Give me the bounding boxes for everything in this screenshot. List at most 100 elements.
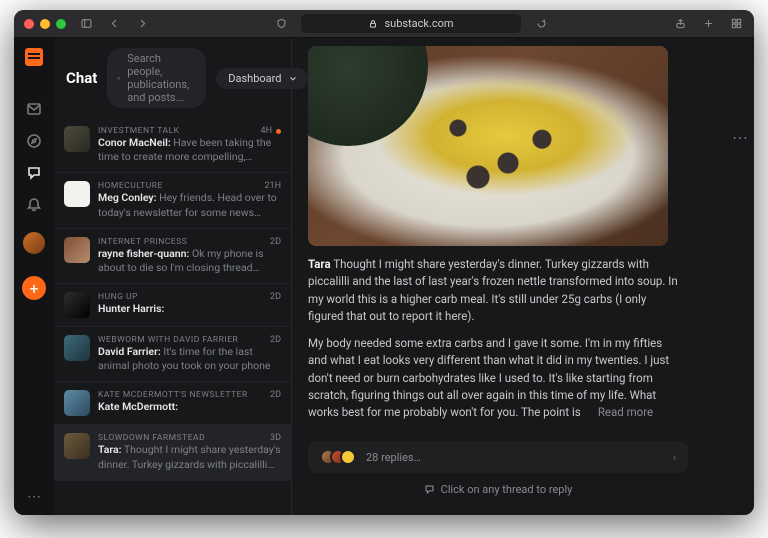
thread-preview: David Farrier: It's time for the last an… bbox=[98, 345, 281, 373]
back-button[interactable] bbox=[106, 16, 122, 32]
thread-publication: INTERNET PRINCESS bbox=[98, 237, 187, 247]
thread-preview: Hunter Harris: bbox=[98, 302, 281, 316]
browser-window: substack.com + ⋯ Chat Search p bbox=[14, 10, 754, 515]
replies-bar[interactable]: 28 replies… › bbox=[308, 441, 688, 473]
page-title: Chat bbox=[66, 69, 97, 87]
minimize-window-button[interactable] bbox=[40, 19, 50, 29]
thread-publication: HOMECULTURE bbox=[98, 181, 163, 191]
thread-list: INVESTMENT TALK 4H Conor MacNeil: Have b… bbox=[54, 118, 291, 515]
thread-author: Tara: bbox=[98, 443, 121, 456]
thread-time: 21H bbox=[264, 181, 281, 191]
maximize-window-button[interactable] bbox=[56, 19, 66, 29]
url-text: substack.com bbox=[384, 17, 453, 30]
thread-item[interactable]: INVESTMENT TALK 4H Conor MacNeil: Have b… bbox=[54, 118, 291, 173]
thread-thumbnail bbox=[64, 237, 90, 263]
new-post-button[interactable]: + bbox=[22, 276, 46, 300]
thread-preview: Tara: Thought I might share yesterday's … bbox=[98, 443, 281, 471]
thread-thumbnail bbox=[64, 181, 90, 207]
account-avatar[interactable] bbox=[23, 232, 45, 254]
thread-item[interactable]: HOMECULTURE 21H Meg Conley: Hey friends.… bbox=[54, 173, 291, 228]
search-placeholder: Search people, publications, and posts..… bbox=[127, 52, 196, 104]
thread-item[interactable]: WEBWORM WITH DAVID FARRIER 2D David Farr… bbox=[54, 327, 291, 382]
thread-meta: KATE MCDERMOTT'S NEWSLETTER 2D Kate McDe… bbox=[98, 390, 281, 414]
reader-pane: ⋯ Tara Thought I might share yesterday's… bbox=[292, 38, 754, 515]
thread-publication: KATE MCDERMOTT'S NEWSLETTER bbox=[98, 390, 248, 400]
replies-avatars bbox=[320, 449, 356, 465]
unread-dot bbox=[276, 129, 281, 134]
search-icon bbox=[117, 73, 121, 84]
thread-publication: HUNG UP bbox=[98, 292, 138, 302]
post-author: Tara bbox=[308, 257, 331, 271]
thread-thumbnail bbox=[64, 292, 90, 318]
chat-icon[interactable] bbox=[25, 164, 43, 182]
tabs-overview-icon[interactable] bbox=[728, 16, 744, 32]
thread-author: Hunter Harris: bbox=[98, 302, 164, 315]
post-more-button[interactable]: ⋯ bbox=[732, 128, 750, 147]
reply-hint-text: Click on any thread to reply bbox=[441, 483, 573, 496]
thread-publication: INVESTMENT TALK bbox=[98, 126, 179, 136]
thread-preview: Kate McDermott: bbox=[98, 400, 281, 414]
shield-icon[interactable] bbox=[273, 16, 289, 32]
thread-publication: WEBWORM WITH DAVID FARRIER bbox=[98, 335, 238, 345]
nav-rail: + ⋯ bbox=[14, 38, 54, 515]
discover-icon[interactable] bbox=[25, 132, 43, 150]
new-tab-icon[interactable] bbox=[700, 16, 716, 32]
post-image[interactable] bbox=[308, 46, 668, 246]
lock-icon bbox=[368, 19, 378, 29]
thread-time: 2D bbox=[270, 335, 281, 345]
thread-meta: SLOWDOWN FARMSTEAD 3D Tara: Thought I mi… bbox=[98, 433, 281, 471]
thread-meta: INVESTMENT TALK 4H Conor MacNeil: Have b… bbox=[98, 126, 281, 164]
thread-time: 2D bbox=[270, 292, 281, 302]
close-window-button[interactable] bbox=[24, 19, 34, 29]
thread-item[interactable]: INTERNET PRINCESS 2D rayne fisher-quann:… bbox=[54, 229, 291, 284]
thread-author: David Farrier: bbox=[98, 345, 161, 358]
thread-time: 2D bbox=[270, 237, 281, 247]
thread-item[interactable]: HUNG UP 2D Hunter Harris: bbox=[54, 284, 291, 327]
substack-logo[interactable] bbox=[25, 48, 43, 66]
thread-item[interactable]: KATE MCDERMOTT'S NEWSLETTER 2D Kate McDe… bbox=[54, 382, 291, 425]
browser-titlebar: substack.com bbox=[14, 10, 754, 38]
thread-thumbnail bbox=[64, 335, 90, 361]
thread-author: rayne fisher-quann: bbox=[98, 247, 189, 260]
notifications-icon[interactable] bbox=[25, 196, 43, 214]
thread-author: Conor MacNeil: bbox=[98, 136, 171, 149]
thread-item[interactable]: SLOWDOWN FARMSTEAD 3D Tara: Thought I mi… bbox=[54, 425, 291, 480]
reload-button[interactable] bbox=[533, 16, 549, 32]
reply-icon bbox=[424, 484, 435, 495]
thread-meta: HUNG UP 2D Hunter Harris: bbox=[98, 292, 281, 316]
reply-hint: Click on any thread to reply bbox=[308, 473, 688, 496]
thread-preview: rayne fisher-quann: Ok my phone is about… bbox=[98, 247, 281, 275]
dashboard-label: Dashboard bbox=[228, 72, 281, 85]
read-more-link[interactable]: Read more bbox=[598, 405, 653, 419]
thread-preview: Meg Conley: Hey friends. Head over to to… bbox=[98, 191, 281, 219]
thread-author: Meg Conley: bbox=[98, 191, 156, 204]
thread-time: 4H bbox=[261, 126, 281, 136]
thread-meta: INTERNET PRINCESS 2D rayne fisher-quann:… bbox=[98, 237, 281, 275]
replies-count-label: 28 replies… bbox=[366, 451, 421, 464]
post-body: Tara Thought I might share yesterday's d… bbox=[308, 246, 688, 437]
thread-thumbnail bbox=[64, 433, 90, 459]
window-controls bbox=[24, 19, 66, 29]
thread-meta: HOMECULTURE 21H Meg Conley: Hey friends.… bbox=[98, 181, 281, 219]
rail-more-icon[interactable]: ⋯ bbox=[27, 489, 41, 505]
threads-header: Chat Search people, publications, and po… bbox=[54, 38, 291, 118]
url-bar[interactable]: substack.com bbox=[301, 14, 521, 33]
threads-column: Chat Search people, publications, and po… bbox=[54, 38, 292, 515]
thread-thumbnail bbox=[64, 126, 90, 152]
thread-thumbnail bbox=[64, 390, 90, 416]
inbox-icon[interactable] bbox=[25, 100, 43, 118]
thread-time: 2D bbox=[270, 390, 281, 400]
sidebar-toggle-icon[interactable] bbox=[78, 16, 94, 32]
thread-meta: WEBWORM WITH DAVID FARRIER 2D David Farr… bbox=[98, 335, 281, 373]
search-input[interactable]: Search people, publications, and posts..… bbox=[107, 48, 206, 108]
chevron-right-icon: › bbox=[673, 451, 676, 464]
avatar bbox=[340, 449, 356, 465]
thread-time: 3D bbox=[270, 433, 281, 443]
share-icon[interactable] bbox=[672, 16, 688, 32]
forward-button[interactable] bbox=[134, 16, 150, 32]
thread-author: Kate McDermott: bbox=[98, 400, 178, 413]
app-body: + ⋯ Chat Search people, publications, an… bbox=[14, 38, 754, 515]
post-paragraph-1: Thought I might share yesterday's dinner… bbox=[308, 257, 678, 323]
thread-publication: SLOWDOWN FARMSTEAD bbox=[98, 433, 205, 443]
thread-preview: Conor MacNeil: Have been taking the time… bbox=[98, 136, 281, 164]
